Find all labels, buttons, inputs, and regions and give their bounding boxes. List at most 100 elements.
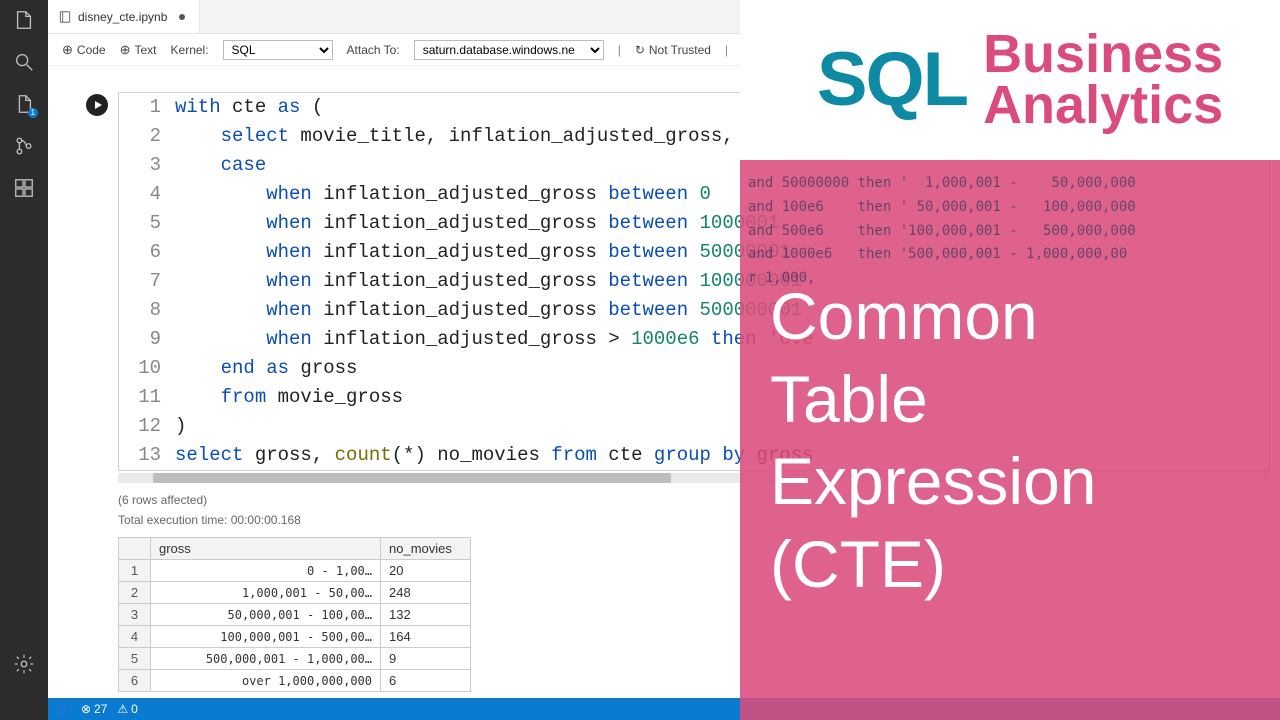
code-line[interactable]: 9 when inflation_adjusted_gross > 1000e6…: [119, 325, 1269, 354]
code-line[interactable]: 10 end as gross: [119, 354, 1269, 383]
editor-area: disney_cte.ipynb ⊕Code ⊕Text Kernel: SQL…: [48, 0, 1280, 720]
kernel-select[interactable]: SQL: [223, 40, 333, 60]
code-editor[interactable]: 1with cte as (2 select movie_title, infl…: [118, 92, 1270, 471]
rows-affected-text: (6 rows affected): [118, 493, 1270, 507]
code-line[interactable]: 5 when inflation_adjusted_gross between …: [119, 209, 1269, 238]
add-text-button[interactable]: ⊕Text: [120, 42, 157, 58]
line-number: 7: [119, 267, 175, 296]
cell-no-movies: 132: [381, 604, 471, 626]
tab-filename: disney_cte.ipynb: [78, 10, 167, 24]
code-cell: 1with cte as (2 select movie_title, infl…: [48, 66, 1280, 483]
exec-time-text: Total execution time: 00:00:00.168: [118, 513, 1270, 527]
line-number: 11: [119, 383, 175, 412]
cell-no-movies: 164: [381, 626, 471, 648]
row-index: 1: [119, 560, 151, 582]
cell-no-movies: 6: [381, 670, 471, 692]
line-content[interactable]: when inflation_adjusted_gross between 10…: [175, 267, 1269, 296]
row-index: 2: [119, 582, 151, 604]
status-warnings[interactable]: ⚠ 0: [117, 702, 137, 716]
notebook-icon: [58, 10, 72, 24]
line-number: 13: [119, 441, 175, 470]
dirty-indicator-icon: [179, 14, 185, 20]
tab-bar: disney_cte.ipynb: [48, 0, 1280, 34]
badge: 1: [28, 108, 38, 118]
row-index: 6: [119, 670, 151, 692]
notebook-toolbar: ⊕Code ⊕Text Kernel: SQL Attach To: satur…: [48, 34, 1280, 66]
row-index: 3: [119, 604, 151, 626]
status-bar: 👤 ⊗ 27 ⚠ 0: [48, 698, 1280, 720]
table-row[interactable]: 2 1,000,001 - 50,00…248: [119, 582, 471, 604]
code-line[interactable]: 12): [119, 412, 1269, 441]
search-icon[interactable]: [12, 50, 36, 74]
trusted-button[interactable]: ↻ Not Trusted: [635, 43, 711, 57]
line-number: 1: [119, 93, 175, 122]
code-line[interactable]: 7 when inflation_adjusted_gross between …: [119, 267, 1269, 296]
code-line[interactable]: 4 when inflation_adjusted_gross between …: [119, 180, 1269, 209]
cell-gross: 0 - 1,00…: [151, 560, 381, 582]
explorer-icon[interactable]: [12, 8, 36, 32]
horizontal-scrollbar[interactable]: [118, 473, 1270, 483]
settings-gear-icon[interactable]: [12, 652, 36, 676]
line-number: 4: [119, 180, 175, 209]
cell-no-movies: 248: [381, 582, 471, 604]
cell-no-movies: 9: [381, 648, 471, 670]
table-row[interactable]: 5500,000,001 - 1,000,00…9: [119, 648, 471, 670]
code-line[interactable]: 8 when inflation_adjusted_gross between …: [119, 296, 1269, 325]
cell-gross: 50,000,001 - 100,00…: [151, 604, 381, 626]
line-number: 5: [119, 209, 175, 238]
col-no-movies-header: no_movies: [381, 538, 471, 560]
cell-gross: 1,000,001 - 50,00…: [151, 582, 381, 604]
line-content[interactable]: when inflation_adjusted_gross between 10…: [175, 209, 1269, 238]
code-line[interactable]: 2 select movie_title, inflation_adjusted…: [119, 122, 1269, 151]
kernel-label: Kernel:: [171, 43, 209, 57]
cell-output: (6 rows affected) Total execution time: …: [48, 483, 1280, 692]
line-number: 10: [119, 354, 175, 383]
col-gross-header: gross: [151, 538, 381, 560]
line-number: 6: [119, 238, 175, 267]
line-content[interactable]: ): [175, 412, 1269, 441]
results-table: gross no_movies 1 0 - 1,00…202 1,000,001…: [118, 537, 471, 692]
line-content[interactable]: with cte as (: [175, 93, 1269, 122]
table-row[interactable]: 1 0 - 1,00…20: [119, 560, 471, 582]
line-number: 3: [119, 151, 175, 180]
cell-gross: 100,000,001 - 500,00…: [151, 626, 381, 648]
add-code-button[interactable]: ⊕Code: [62, 42, 106, 58]
table-row[interactable]: 3 50,000,001 - 100,00…132: [119, 604, 471, 626]
code-line[interactable]: 3 case: [119, 151, 1269, 180]
line-content[interactable]: select gross, count(*) no_movies from ct…: [175, 441, 1269, 470]
line-content[interactable]: when inflation_adjusted_gross > 1000e6 t…: [175, 325, 1269, 354]
line-content[interactable]: from movie_gross: [175, 383, 1269, 412]
line-content[interactable]: when inflation_adjusted_gross between 50…: [175, 238, 1269, 267]
connections-icon[interactable]: 1: [12, 92, 36, 116]
line-number: 12: [119, 412, 175, 441]
line-content[interactable]: end as gross: [175, 354, 1269, 383]
status-account-icon[interactable]: 👤: [56, 702, 71, 716]
tab-notebook[interactable]: disney_cte.ipynb: [48, 0, 200, 33]
code-line[interactable]: 1with cte as (: [119, 93, 1269, 122]
status-errors[interactable]: ⊗ 27: [81, 702, 107, 716]
extensions-icon[interactable]: [12, 176, 36, 200]
run-all-button[interactable]: ⊳ Run: [742, 43, 778, 57]
row-index: 5: [119, 648, 151, 670]
line-number: 8: [119, 296, 175, 325]
cell-gross: 500,000,001 - 1,000,00…: [151, 648, 381, 670]
cell-no-movies: 20: [381, 560, 471, 582]
line-content[interactable]: select movie_title, inflation_adjusted_g…: [175, 122, 1269, 151]
attach-label: Attach To:: [347, 43, 400, 57]
row-index-header: [119, 538, 151, 560]
table-row[interactable]: 4100,000,001 - 500,00…164: [119, 626, 471, 648]
line-content[interactable]: when inflation_adjusted_gross between 50…: [175, 296, 1269, 325]
cell-gross: over 1,000,000,000: [151, 670, 381, 692]
attach-select[interactable]: saturn.database.windows.ne: [414, 40, 604, 60]
row-index: 4: [119, 626, 151, 648]
line-number: 9: [119, 325, 175, 354]
code-line[interactable]: 11 from movie_gross: [119, 383, 1269, 412]
source-control-icon[interactable]: [12, 134, 36, 158]
line-content[interactable]: case: [175, 151, 1269, 180]
line-number: 2: [119, 122, 175, 151]
run-cell-button[interactable]: [86, 94, 108, 116]
line-content[interactable]: when inflation_adjusted_gross between 0: [175, 180, 1269, 209]
code-line[interactable]: 13select gross, count(*) no_movies from …: [119, 441, 1269, 470]
table-row[interactable]: 6over 1,000,000,0006: [119, 670, 471, 692]
code-line[interactable]: 6 when inflation_adjusted_gross between …: [119, 238, 1269, 267]
